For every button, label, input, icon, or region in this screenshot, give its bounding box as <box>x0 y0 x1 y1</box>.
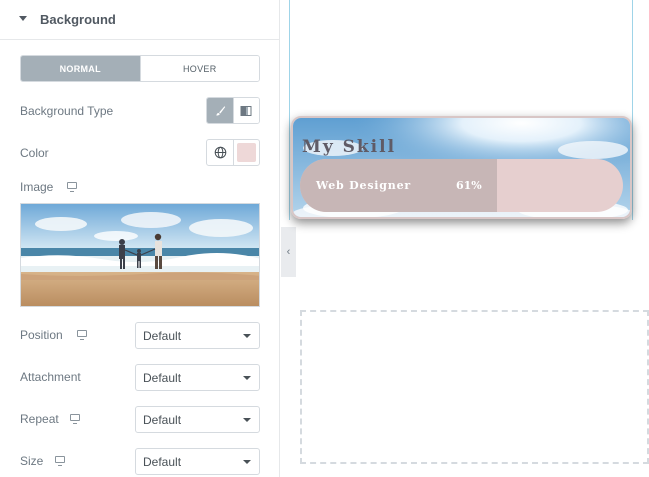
progress-bar-label: Web Designer <box>316 179 411 192</box>
background-type-control <box>206 97 260 124</box>
background-section-header[interactable]: Background <box>0 0 280 40</box>
global-colors-button[interactable] <box>207 140 234 165</box>
collapse-panel-button[interactable]: ‹ <box>281 227 296 277</box>
attachment-select[interactable]: Default <box>135 364 260 391</box>
size-select-value: Default <box>143 455 182 469</box>
background-type-label: Background Type <box>20 104 114 118</box>
section-guide-left <box>289 0 290 220</box>
chevron-down-icon <box>243 460 251 464</box>
repeat-select[interactable]: Default <box>135 406 260 433</box>
classic-type-button[interactable] <box>207 98 233 123</box>
tab-normal[interactable]: NORMAL <box>21 56 140 81</box>
color-swatch <box>237 143 256 162</box>
size-label: Size <box>20 454 44 468</box>
state-tabs: NORMAL HOVER <box>20 55 260 82</box>
desktop-icon[interactable] <box>67 182 77 192</box>
desktop-icon[interactable] <box>70 414 80 424</box>
position-label: Position <box>20 328 63 342</box>
repeat-select-value: Default <box>143 413 182 427</box>
skill-widget[interactable]: My Skill Web Designer 61% <box>291 116 632 219</box>
desktop-icon[interactable] <box>77 330 87 340</box>
editor-root: Background NORMAL HOVER Background Type <box>0 0 649 477</box>
globe-icon <box>214 146 226 159</box>
skill-widget-title: My Skill <box>302 137 397 157</box>
color-picker-button[interactable] <box>234 140 259 165</box>
caret-down-icon <box>19 16 27 21</box>
attachment-label: Attachment <box>20 370 81 384</box>
settings-panel: Background NORMAL HOVER Background Type <box>0 0 280 477</box>
size-select[interactable]: Default <box>135 448 260 475</box>
chevron-down-icon <box>243 418 251 422</box>
brush-icon <box>216 105 225 116</box>
gradient-type-button[interactable] <box>232 98 259 123</box>
color-label: Color <box>20 146 49 160</box>
position-select[interactable]: Default <box>135 322 260 349</box>
image-chooser[interactable] <box>20 203 260 307</box>
tab-hover[interactable]: HOVER <box>139 56 259 81</box>
image-label: Image <box>20 180 54 194</box>
chevron-down-icon <box>243 334 251 338</box>
progress-bar-percent: 61% <box>456 179 482 192</box>
repeat-label: Repeat <box>20 412 59 426</box>
section-title: Background <box>40 12 116 27</box>
attachment-select-value: Default <box>143 371 182 385</box>
progress-bar-track: Web Designer 61% <box>300 159 623 212</box>
gradient-icon <box>240 105 252 116</box>
chevron-left-icon: ‹ <box>286 246 291 258</box>
position-select-value: Default <box>143 329 182 343</box>
beach-image-preview <box>21 204 259 306</box>
color-control <box>206 139 260 166</box>
desktop-icon[interactable] <box>55 456 65 466</box>
section-guide-right <box>632 0 633 220</box>
empty-section-drop-zone[interactable] <box>300 310 649 464</box>
chevron-down-icon <box>243 376 251 380</box>
